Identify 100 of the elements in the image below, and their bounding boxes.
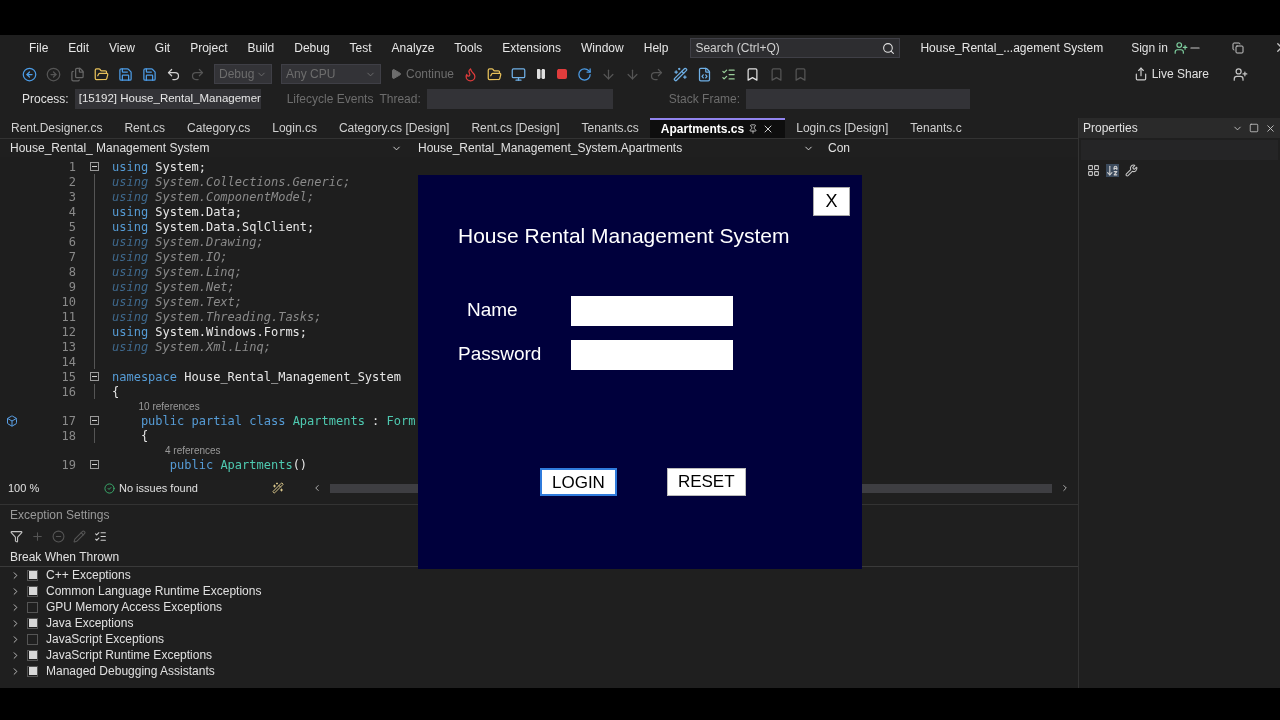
close-icon[interactable]: [1265, 122, 1276, 134]
menu-item[interactable]: Window: [581, 38, 624, 57]
menu-item[interactable]: Git: [154, 38, 171, 57]
collapse-toggle[interactable]: [89, 460, 99, 469]
live-share-button[interactable]: Live Share: [1151, 65, 1209, 83]
document-tab[interactable]: Tenants.cs: [570, 118, 650, 138]
exception-item[interactable]: GPU Memory Access Exceptions: [46, 598, 223, 616]
pause-icon[interactable]: [535, 68, 548, 80]
thread-label: Thread:: [379, 91, 421, 108]
collapse-toggle[interactable]: [89, 372, 99, 381]
restore-defaults-icon[interactable]: [94, 529, 107, 543]
form-button[interactable]: LOGIN: [540, 467, 617, 496]
form-button[interactable]: RESET: [666, 467, 746, 496]
checkbox[interactable]: [27, 633, 38, 645]
line-number: 16: [60, 383, 76, 401]
project-dropdown[interactable]: House_Rental_ Management System: [0, 139, 412, 157]
exception-item[interactable]: Common Language Runtime Exceptions: [46, 582, 262, 600]
search-field[interactable]: Search (Ctrl+Q): [690, 37, 901, 58]
document-tab[interactable]: Login.cs: [261, 118, 328, 138]
checkbox[interactable]: [27, 665, 38, 677]
new-item-icon[interactable]: [70, 66, 85, 82]
cleanup-icon[interactable]: [271, 482, 284, 494]
collapse-toggle[interactable]: [89, 162, 99, 171]
text-field[interactable]: [571, 295, 733, 326]
document-tab[interactable]: Login.cs [Design]: [785, 118, 900, 138]
alphabetical-icon[interactable]: [1106, 164, 1119, 177]
file-code-icon[interactable]: [697, 66, 713, 82]
menu-item[interactable]: Project: [190, 38, 228, 57]
references-count[interactable]: 4 references: [165, 442, 221, 458]
type-dropdown[interactable]: House_Rental_Management_System.Apartments: [412, 139, 820, 157]
code-line: namespace House_Rental_Management_System: [112, 368, 401, 386]
text-field[interactable]: [571, 339, 733, 370]
undo-icon[interactable]: [166, 66, 181, 82]
menu-item[interactable]: Test: [349, 38, 372, 57]
categorized-icon[interactable]: [1087, 164, 1100, 177]
menu-item[interactable]: Help: [643, 38, 669, 57]
menu-item[interactable]: File: [29, 38, 49, 57]
exception-item[interactable]: Java Exceptions: [46, 614, 134, 632]
restart-icon[interactable]: [577, 66, 593, 82]
list-icon[interactable]: [721, 66, 737, 82]
checkbox[interactable]: [27, 569, 38, 581]
exception-item[interactable]: JavaScript Runtime Exceptions: [46, 646, 213, 664]
close-button[interactable]: X: [813, 187, 850, 216]
save-icon[interactable]: [118, 66, 133, 82]
zoom-dropdown[interactable]: 100 %: [8, 479, 64, 497]
line-number: 2: [67, 173, 76, 191]
save-all-icon[interactable]: [142, 66, 157, 82]
wrench-icon[interactable]: [1125, 164, 1138, 177]
document-tab[interactable]: Rent.cs [Design]: [460, 118, 571, 138]
code-line: using System.Drawing;: [112, 234, 264, 251]
menu-item[interactable]: Build: [247, 38, 275, 57]
checkbox[interactable]: [27, 601, 38, 613]
menu-item[interactable]: Tools: [454, 38, 483, 57]
exception-item[interactable]: C++ Exceptions: [46, 566, 131, 584]
open-folder-icon[interactable]: [487, 66, 503, 82]
code-line: public partial class Apartments : Form: [139, 412, 416, 430]
issues-status[interactable]: No issues found: [104, 479, 198, 497]
pin-icon[interactable]: [748, 124, 759, 134]
menu-item[interactable]: Debug: [294, 38, 330, 57]
document-tab[interactable]: Category.cs: [176, 118, 262, 138]
exception-item[interactable]: Managed Debugging Assistants: [46, 662, 215, 680]
stop-icon[interactable]: [556, 68, 569, 80]
account-icon[interactable]: [1173, 40, 1188, 55]
checkbox[interactable]: [27, 649, 38, 661]
play-icon: [390, 68, 402, 80]
checkbox[interactable]: [27, 617, 38, 629]
share-icon[interactable]: [1133, 67, 1148, 81]
references-count[interactable]: 10 references: [138, 398, 200, 414]
menu-item[interactable]: Extensions: [502, 38, 562, 57]
document-tab[interactable]: Tenants.c: [899, 118, 973, 138]
code-line: using System.Data.SqlClient;: [112, 219, 315, 236]
window-icon[interactable]: [511, 66, 527, 82]
line-number: 15: [60, 368, 76, 386]
field-label: Password: [458, 342, 543, 367]
line-number: 18: [60, 427, 76, 445]
wand-icon[interactable]: [673, 66, 689, 82]
sign-in-link[interactable]: Sign in: [1131, 38, 1168, 57]
menu-item[interactable]: Edit: [68, 38, 90, 57]
document-tab[interactable]: Rent.Designer.cs: [0, 118, 114, 138]
filter-icon[interactable]: [10, 529, 23, 543]
document-tab[interactable]: Apartments.cs: [649, 118, 786, 138]
checkbox[interactable]: [27, 585, 38, 597]
collapse-toggle[interactable]: [89, 416, 99, 425]
designer-gutter-icon[interactable]: [6, 414, 18, 427]
menu-item[interactable]: Analyze: [391, 38, 435, 57]
feedback-icon[interactable]: [1233, 66, 1248, 82]
folder-icon[interactable]: [94, 66, 109, 82]
form-title: House Rental Management System: [458, 223, 791, 249]
bookmark-icon[interactable]: [745, 66, 761, 82]
document-tab[interactable]: Rent.cs: [113, 118, 177, 138]
menu-item[interactable]: View: [109, 38, 135, 57]
restore-icon[interactable]: [1231, 41, 1244, 54]
scroll-right-icon[interactable]: [1060, 483, 1070, 493]
process-dropdown[interactable]: [15192] House_Rental_Managemer: [74, 89, 261, 109]
exception-item[interactable]: JavaScript Exceptions: [46, 630, 165, 648]
maximize-icon[interactable]: [1249, 122, 1259, 133]
back-icon[interactable]: [22, 66, 37, 82]
member-dropdown[interactable]: Con: [828, 139, 850, 157]
line-number: 10: [60, 293, 76, 311]
document-tab[interactable]: Category.cs [Design]: [327, 118, 461, 138]
